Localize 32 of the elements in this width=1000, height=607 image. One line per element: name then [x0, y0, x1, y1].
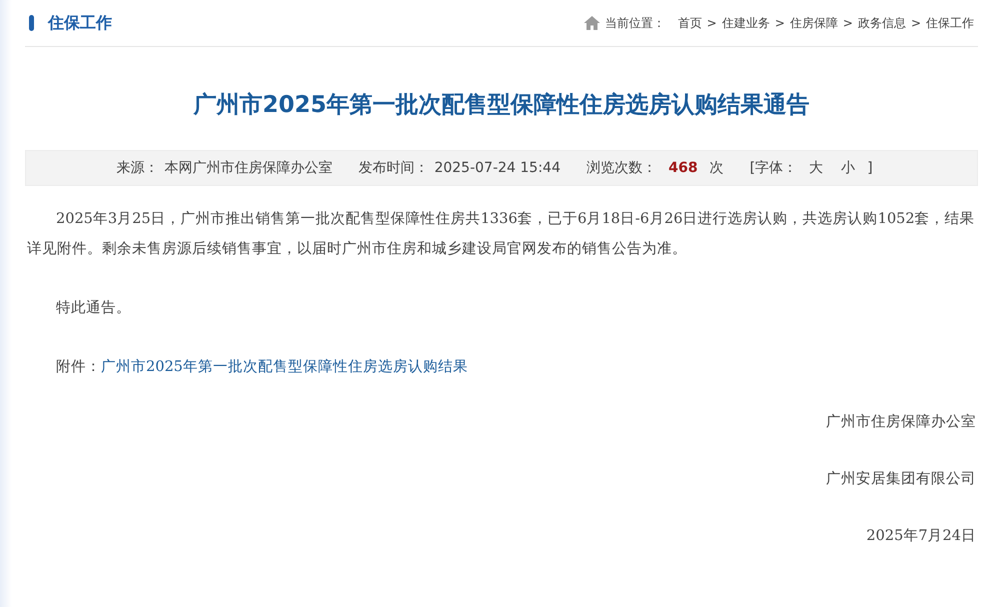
attachment-link[interactable]: 广州市2025年第一批次配售型保障性住房选房认购结果: [101, 352, 468, 382]
breadcrumb-link[interactable]: 首页: [678, 14, 702, 32]
publish-time-value: 2025-07-24 15:44: [434, 160, 560, 176]
breadcrumb-separator: >: [910, 16, 921, 30]
breadcrumb-link[interactable]: 住建业务: [722, 14, 770, 32]
accent-bar: [29, 15, 34, 31]
home-icon: [584, 16, 600, 30]
view-count: 468: [668, 160, 698, 176]
publish-time-label: 发布时间：: [358, 159, 428, 177]
font-large-link[interactable]: 大: [809, 159, 824, 177]
views-label: 浏览次数：: [586, 159, 656, 177]
article-title: 广州市2025年第一批次配售型保障性住房选房认购结果通告: [192, 91, 810, 120]
source-label: 来源：: [116, 159, 158, 177]
body-paragraph: 2025年3月25日，广州市推出销售第一批次配售型保障性住房共1336套，已于6月18日-6月26日进行选房认购，共选房认购1052套，结果详见附件。剩余未售房源后续销售事宜，以届时广州市住房和城乡建设局官网发布的销售公告为准。: [27, 210, 976, 259]
source-value: 本网广州市住房保障办公室: [164, 159, 332, 177]
attachment-label: 附件：: [56, 358, 101, 377]
font-size-label: [字体：: [750, 159, 798, 177]
signature-line: 广州安居集团有限公司: [825, 470, 976, 489]
breadcrumb-label: 当前位置：: [604, 14, 665, 32]
views-unit: 次: [710, 159, 724, 177]
breadcrumb-link[interactable]: 住房保障: [790, 14, 838, 32]
breadcrumb-separator: >: [706, 16, 717, 30]
breadcrumb-link[interactable]: 政务信息: [858, 14, 906, 32]
breadcrumb-separator: >: [842, 16, 853, 30]
body-paragraph: 特此通告。: [55, 299, 132, 318]
signature-line: 2025年7月24日: [865, 527, 976, 546]
signature-line: 广州市住房保障办公室: [825, 412, 976, 432]
bracket: ]: [867, 160, 873, 176]
section-title: 住保工作: [48, 12, 112, 34]
breadcrumb-link[interactable]: 住保工作: [926, 14, 974, 32]
breadcrumb-separator: >: [774, 16, 785, 30]
font-small-link[interactable]: 小: [841, 159, 856, 177]
